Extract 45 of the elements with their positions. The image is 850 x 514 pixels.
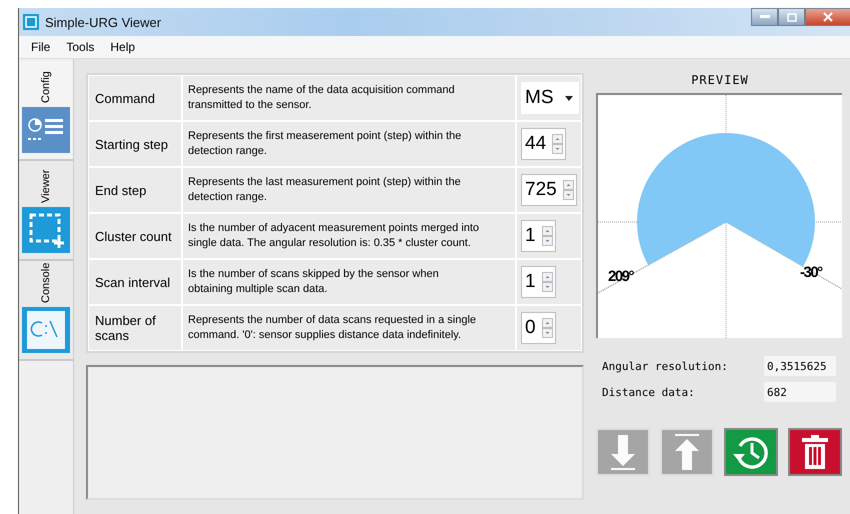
parameter-description: Is the number of scans skipped by the sensor when obtaining multiple scan data. bbox=[183, 260, 515, 304]
parameter-label: Cluster count bbox=[89, 214, 181, 258]
readout-label: Distance data: bbox=[602, 386, 695, 398]
parameter-description: Represents the last measurement point (step) within the detection range. bbox=[183, 168, 515, 212]
app-icon bbox=[23, 14, 39, 30]
close-button[interactable] bbox=[805, 8, 850, 26]
side-tab[interactable]: Viewer bbox=[19, 161, 73, 261]
selection-icon bbox=[22, 207, 70, 253]
menu-item[interactable]: Tools bbox=[60, 40, 100, 54]
caret-icon bbox=[565, 96, 573, 100]
maximize-button[interactable] bbox=[778, 8, 805, 26]
angle-label: 209° bbox=[608, 268, 634, 285]
parameter-description: Represents the name of the data acquisition command transmitted to the sensor. bbox=[183, 76, 515, 120]
command-dropdown[interactable]: MS bbox=[521, 82, 579, 114]
history-button[interactable] bbox=[724, 428, 778, 476]
readout-field: 0,3515625 bbox=[764, 356, 836, 376]
side-tab[interactable]: Config bbox=[19, 61, 73, 161]
parameter-label: Command bbox=[89, 76, 181, 120]
close-icon bbox=[823, 12, 833, 22]
number-spinner[interactable]: 1 bbox=[521, 266, 556, 298]
menu-item[interactable]: File bbox=[25, 40, 56, 54]
delete-button[interactable] bbox=[788, 428, 842, 476]
parameter-description: Represents the first measerement point (step) within the detection range. bbox=[183, 122, 515, 166]
window-title: Simple-URG Viewer bbox=[45, 14, 162, 30]
side-tab[interactable]: Console bbox=[19, 261, 73, 361]
parameter-label: Scan interval bbox=[89, 260, 181, 304]
number-spinner[interactable]: 1 bbox=[521, 220, 556, 252]
angle-label: -30° bbox=[800, 264, 822, 281]
menu-item[interactable]: Help bbox=[104, 40, 142, 54]
parameter-label: Number of scans bbox=[89, 306, 181, 350]
number-spinner[interactable]: 44 bbox=[521, 128, 566, 160]
settings-list-icon bbox=[22, 107, 70, 153]
readout-field: 682 bbox=[764, 382, 836, 402]
readout-label: Angular resolution: bbox=[602, 360, 728, 372]
minimize-button[interactable] bbox=[751, 8, 778, 26]
parameter-label: End step bbox=[89, 168, 181, 212]
parameter-description: Represents the number of data scans requested in a single command. '0': sensor supplies distance data indefinitely. bbox=[183, 306, 515, 350]
number-spinner[interactable]: 0 bbox=[521, 312, 556, 344]
console-icon bbox=[22, 307, 70, 353]
maximize-icon bbox=[786, 12, 796, 22]
minimize-icon bbox=[760, 15, 770, 19]
number-spinner[interactable]: 725 bbox=[521, 174, 577, 206]
parameter-description: Is the number of adyacent measurement points merged into single data. The angular resolution is: 0.35 * cluster count. bbox=[183, 214, 515, 258]
parameter-label: Starting step bbox=[89, 122, 181, 166]
preview-title: PREVIEW bbox=[690, 73, 750, 87]
